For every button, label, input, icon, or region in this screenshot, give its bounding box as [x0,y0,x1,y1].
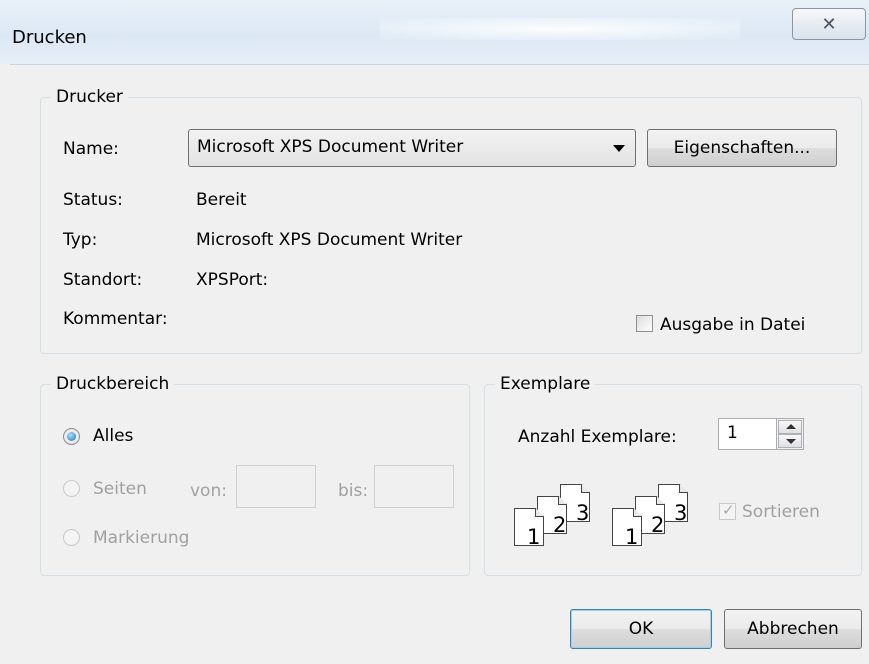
copies-legend: Exemplare [495,373,596,395]
print-range-legend: Druckbereich [51,373,175,395]
collate-pages-icon: 1 2 3 [608,484,704,554]
page-number: 2 [553,513,567,537]
copies-count-label: Anzahl Exemplare: [518,427,677,447]
location-label: Standort: [63,270,143,290]
spinner-up-button[interactable] [778,420,802,434]
radio-selected-dot [67,432,76,441]
range-from-label: von: [190,481,227,501]
range-pages-radio[interactable] [63,480,80,497]
arrow-down-icon [786,439,796,444]
ok-button[interactable]: OK [570,609,712,649]
properties-button[interactable]: Eigenschaften... [647,129,837,167]
range-selection-radio[interactable] [63,529,80,546]
comment-label: Kommentar: [63,309,168,329]
print-to-file-checkbox[interactable] [636,315,653,332]
copies-count-value: 1 [727,423,738,443]
collate-pages-icon: 1 2 3 [510,484,606,554]
close-button[interactable]: ✕ [792,8,866,40]
copies-spinner[interactable] [776,418,804,450]
check-icon: ✓ [722,501,735,519]
title-bar: Drucken ✕ [0,0,869,65]
range-all-label[interactable]: Alles [93,425,133,447]
range-pages-label[interactable]: Seiten [93,478,147,500]
print-to-file-label[interactable]: Ausgabe in Datei [660,314,805,336]
location-value: XPSPort: [196,270,269,290]
range-selection-label[interactable]: Markierung [93,527,189,549]
collate-checkbox[interactable]: ✓ [719,501,736,520]
title-bar-glow [380,18,740,40]
copies-count-input[interactable]: 1 [718,418,778,450]
cancel-button[interactable]: Abbrechen [724,609,862,649]
page-number: 1 [625,525,639,549]
collate-label[interactable]: Sortieren [742,501,820,523]
range-to-label: bis: [338,481,369,501]
printer-group-legend: Drucker [51,86,128,108]
page-number: 1 [527,525,541,549]
printer-select-value: Microsoft XPS Document Writer [197,137,464,157]
printer-name-label: Name: [63,139,119,159]
chevron-down-icon [613,145,625,152]
type-label: Typ: [63,230,98,250]
range-all-radio[interactable] [63,428,80,445]
page-number: 2 [651,513,665,537]
spinner-down-button[interactable] [778,434,802,448]
close-icon: ✕ [821,13,837,35]
window-left-edge [0,64,10,664]
range-from-input[interactable] [236,465,316,508]
type-value: Microsoft XPS Document Writer [196,230,463,250]
range-to-input[interactable] [374,465,454,508]
printer-select[interactable]: Microsoft XPS Document Writer [188,129,636,167]
status-value: Bereit [196,190,247,210]
status-label: Status: [63,190,123,210]
window-title: Drucken [12,27,87,48]
arrow-up-icon [786,424,796,429]
page-number: 3 [674,501,688,525]
page-number: 3 [576,501,590,525]
